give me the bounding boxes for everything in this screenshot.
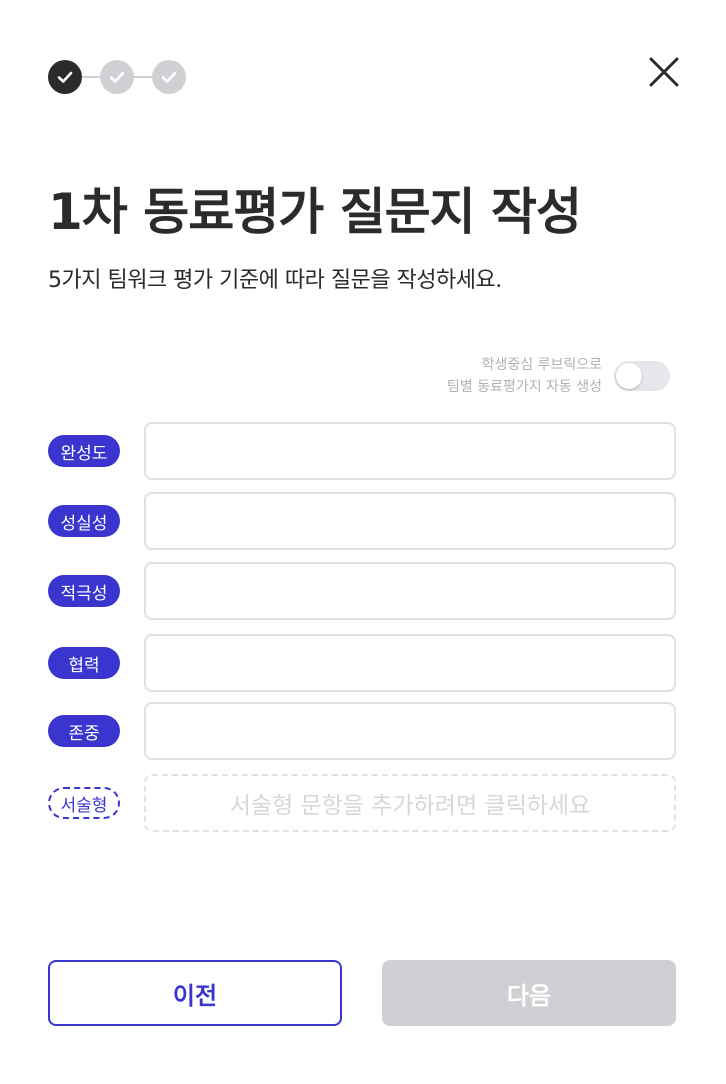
toggle-knob <box>616 363 642 389</box>
criterion-row-completeness: 완성도 <box>48 422 676 480</box>
auto-generate-setting: 학생중심 루브릭으로 팀별 동료평가지 자동 생성 <box>447 354 670 398</box>
check-icon <box>161 71 177 83</box>
criterion-row-sincerity: 성실성 <box>48 492 676 550</box>
essay-badge: 서술형 <box>48 787 120 819</box>
criterion-row-cooperation: 협력 <box>48 634 676 692</box>
check-icon <box>57 71 73 83</box>
criterion-input-cooperation[interactable] <box>146 636 674 690</box>
toggle-label-line2: 팀별 동료평가지 자동 생성 <box>446 379 602 395</box>
page-subtitle: 5가지 팀워크 평가 기준에 따라 질문을 작성하세요. <box>48 268 502 293</box>
criterion-badge: 적극성 <box>48 575 120 607</box>
criterion-input-respect[interactable] <box>146 704 674 758</box>
criterion-badge: 완성도 <box>48 435 120 467</box>
criterion-badge: 성실성 <box>48 505 120 537</box>
criterion-input-completeness[interactable] <box>146 424 674 478</box>
criterion-input-sincerity[interactable] <box>146 494 674 548</box>
auto-generate-toggle[interactable] <box>614 361 670 391</box>
step-1-complete <box>48 60 82 94</box>
criterion-badge: 존중 <box>48 715 120 747</box>
criterion-field <box>144 492 676 550</box>
criterion-row-initiative: 적극성 <box>48 562 676 620</box>
criterion-field <box>144 634 676 692</box>
close-icon <box>649 57 679 87</box>
check-icon <box>109 71 125 83</box>
close-button[interactable] <box>646 54 682 90</box>
prev-button[interactable]: 이전 <box>48 960 342 1026</box>
criterion-field <box>144 422 676 480</box>
criterion-field <box>144 702 676 760</box>
step-2 <box>100 60 134 94</box>
essay-row: 서술형 서술형 문항을 추가하려면 클릭하세요 <box>48 774 676 832</box>
criterion-row-respect: 존중 <box>48 702 676 760</box>
step-3 <box>152 60 186 94</box>
progress-stepper <box>48 60 186 94</box>
criterion-input-initiative[interactable] <box>146 564 674 618</box>
next-button[interactable]: 다음 <box>382 960 676 1026</box>
toggle-label: 학생중심 루브릭으로 팀별 동료평가지 자동 생성 <box>447 354 602 398</box>
add-essay-question-button[interactable]: 서술형 문항을 추가하려면 클릭하세요 <box>144 774 676 832</box>
page-title: 1차 동료평가 질문지 작성 <box>48 183 582 241</box>
toggle-label-line1: 학생중심 루브릭으로 <box>481 357 602 373</box>
criterion-field <box>144 562 676 620</box>
criterion-badge: 협력 <box>48 647 120 679</box>
step-connector <box>134 76 152 78</box>
step-connector <box>82 76 100 78</box>
